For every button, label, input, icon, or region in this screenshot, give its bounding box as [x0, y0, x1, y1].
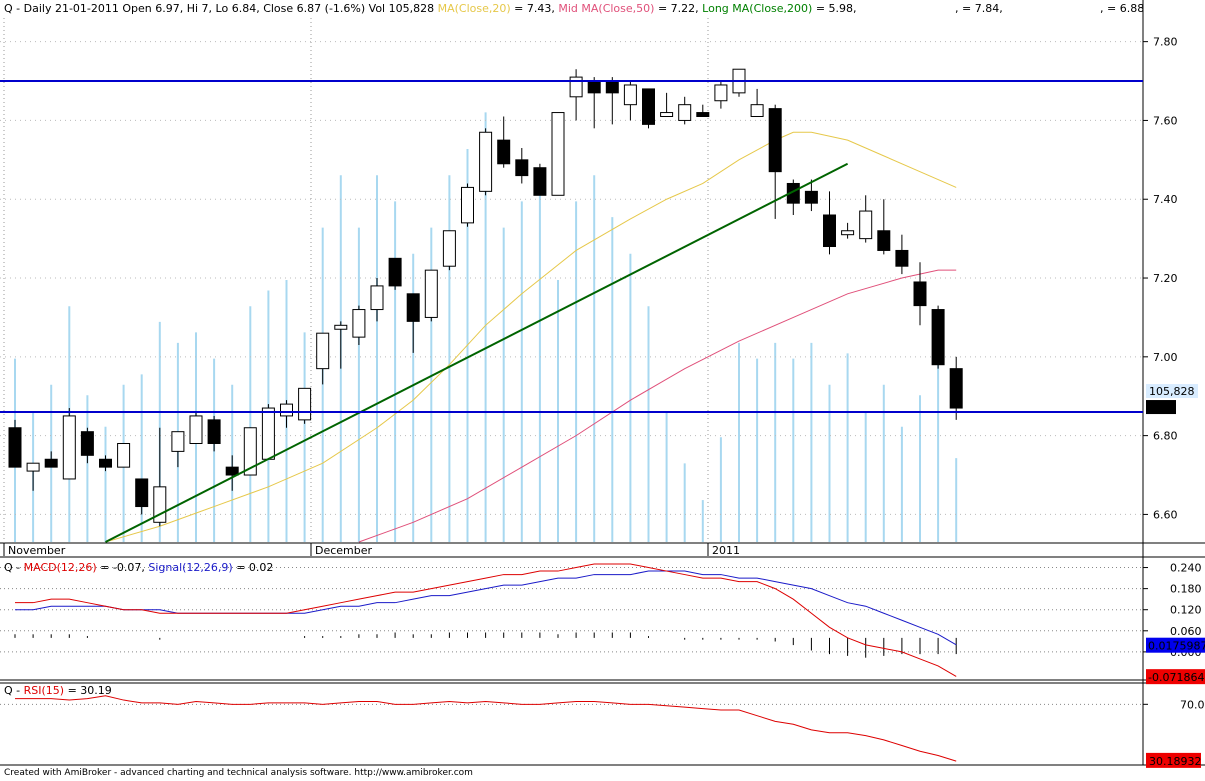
close-badge: 6.87 — [1149, 401, 1174, 414]
rsi-header-prefix: Q - — [4, 684, 24, 697]
month-label: 2011 — [712, 544, 740, 557]
candle-body — [442, 230, 456, 267]
month-label: November — [8, 544, 66, 557]
price-tick-label: 7.20 — [1153, 272, 1178, 285]
candle-body — [99, 458, 112, 468]
candle-body — [424, 269, 438, 318]
price-tick-label: 6.80 — [1153, 430, 1178, 443]
ma20-value: = 7.43, — [510, 2, 555, 15]
month-label: December — [315, 544, 373, 557]
candle-body — [823, 214, 836, 248]
price-header-prefix: Q - Daily 21-01-2011 Open 6.97, Hi 7, Lo… — [4, 2, 435, 15]
candle-body — [352, 309, 366, 338]
candle-body — [859, 210, 873, 240]
macd-tick-label: 0.120 — [1170, 604, 1202, 617]
candle-body — [841, 230, 855, 236]
candle-body — [605, 80, 619, 94]
candle-body — [497, 139, 511, 165]
rsi-label: RSI(15) — [23, 684, 65, 697]
candle-body — [949, 368, 963, 409]
candle-body — [551, 112, 565, 196]
volume-badge: 105,828 — [1149, 385, 1195, 398]
macd-label: MACD(12,26) — [23, 561, 97, 574]
candle-body — [660, 112, 674, 117]
macd-header: Q - MACD(12,26) = -0.07, Signal(12,26,9)… — [4, 561, 273, 574]
candle-body — [135, 478, 149, 508]
candle-body — [189, 415, 203, 445]
price-tick-label: 7.80 — [1153, 36, 1178, 49]
candle-body — [370, 285, 384, 311]
extra-value-2: , = 6.88 — [1100, 2, 1144, 15]
price-tick-label: 6.60 — [1153, 508, 1178, 521]
candle-body — [26, 462, 40, 472]
candle-body — [8, 427, 22, 468]
candle-body — [334, 324, 348, 330]
price-tick-label: 7.60 — [1153, 114, 1178, 127]
signal-label: Signal(12,26,9) — [148, 561, 233, 574]
ma200-value: = 5.98, — [812, 2, 857, 15]
candle-body — [696, 112, 710, 117]
candle-body — [750, 104, 764, 117]
price-header: Q - Daily 21-01-2011 Open 6.97, Hi 7, Lo… — [4, 2, 1144, 15]
macd-badge: -0.071864 — [1148, 671, 1204, 684]
ma50-value: = 7.22, — [654, 2, 699, 15]
candle-body — [642, 88, 655, 125]
candle-body — [298, 387, 312, 421]
rsi-header: Q - RSI(15) = 30.19 — [4, 684, 112, 697]
candle-body — [804, 190, 818, 204]
macd-tick-label: 0.180 — [1170, 583, 1202, 596]
candle-body — [931, 309, 945, 366]
candle-body — [406, 293, 420, 322]
candle-body — [171, 431, 185, 452]
candle-body — [895, 249, 909, 267]
candle-body — [587, 80, 601, 94]
candle-body — [768, 108, 782, 173]
candle-body — [80, 431, 94, 456]
candle-body — [913, 281, 927, 307]
ma50-label: Mid MA(Close,50) — [558, 2, 655, 15]
background — [0, 0, 1205, 781]
macd-value: = -0.07, — [96, 561, 149, 574]
candle-body — [678, 104, 692, 121]
macd-header-prefix: Q - — [4, 561, 24, 574]
candle-body — [877, 230, 891, 251]
footer-credit: Created with AmiBroker - advanced charti… — [4, 768, 473, 778]
candle-body — [261, 407, 275, 460]
candle-body — [62, 415, 76, 480]
price-tick-label: 7.00 — [1153, 351, 1178, 364]
candle-body — [280, 403, 293, 417]
price-tick-label: 7.40 — [1153, 193, 1178, 206]
candle-body — [533, 167, 547, 196]
candle-body — [714, 84, 728, 102]
candle-body — [207, 419, 221, 445]
rsi-value: = 30.19 — [64, 684, 112, 697]
extra-value-1: , = 7.84, — [955, 2, 1003, 15]
candle-body — [623, 84, 637, 106]
candle-body — [388, 257, 402, 287]
candle-body — [225, 466, 239, 476]
stock-chart: 7.80 7.60 7.40 7.20 7.00 6.80 6.60 November Dece… — [0, 0, 1205, 781]
candle-body — [44, 458, 58, 468]
macd-tick-label: 0.240 — [1170, 562, 1202, 575]
candle-body — [316, 332, 330, 370]
rsi-tick-label: 70.0 — [1180, 698, 1205, 711]
candle-body — [515, 159, 529, 177]
ma20-label: MA(Close,20) — [437, 2, 511, 15]
candle-body — [461, 186, 474, 224]
macd-tick-label: 0.060 — [1170, 625, 1202, 638]
candle-body — [479, 131, 493, 192]
signal-badge: 0.0175987 — [1148, 640, 1205, 653]
rsi-badge: 30.18932 — [1149, 755, 1202, 768]
signal-value: = 0.02 — [232, 561, 274, 574]
candle-body — [117, 443, 131, 468]
ma200-label: Long MA(Close,200) — [702, 2, 813, 15]
